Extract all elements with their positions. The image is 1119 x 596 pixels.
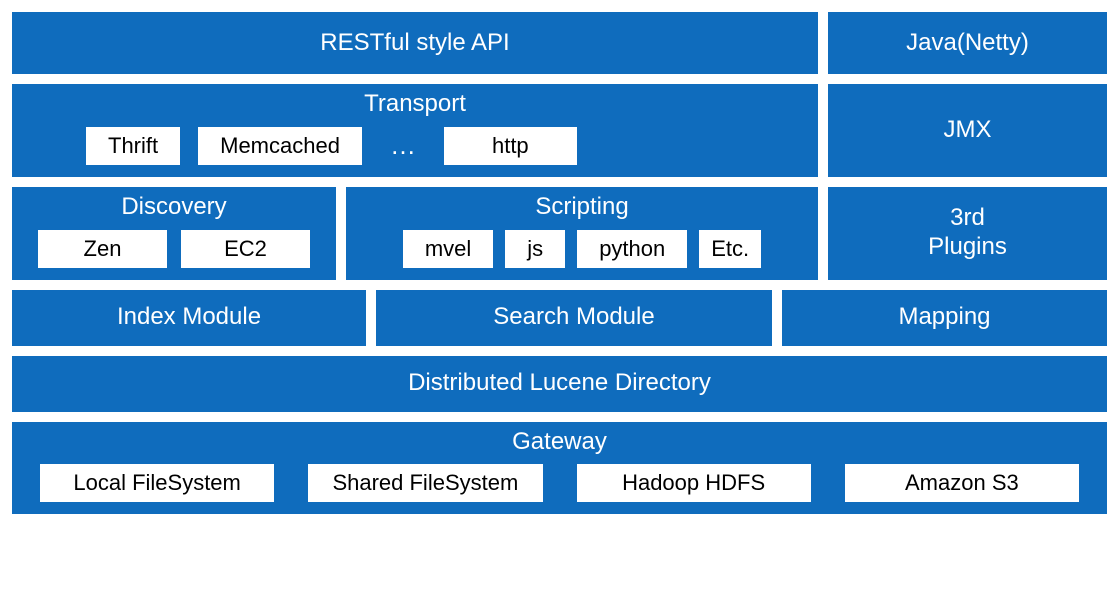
scripting-python: python [577, 230, 687, 268]
lucene-block: Distributed Lucene Directory [12, 356, 1107, 412]
row-4: Index Module Search Module Mapping [12, 290, 1107, 346]
row-1: RESTful style API Java(Netty) [12, 12, 1107, 74]
gateway-items: Local FileSystem Shared FileSystem Hadoo… [20, 464, 1099, 502]
transport-items: Thrift Memcached … http [20, 127, 810, 165]
discovery-zen: Zen [38, 230, 167, 268]
restful-api-label: RESTful style API [320, 29, 509, 58]
java-netty-block: Java(Netty) [828, 12, 1107, 74]
gateway-block: Gateway Local FileSystem Shared FileSyst… [12, 422, 1107, 515]
row-2: Transport Thrift Memcached … http JMX [12, 84, 1107, 177]
plugins-label: 3rd Plugins [928, 204, 1007, 262]
row-3: Discovery Zen EC2 Scripting mvel js pyth… [12, 187, 1107, 280]
scripting-mvel: mvel [403, 230, 493, 268]
transport-more: … [380, 130, 426, 161]
scripting-title: Scripting [535, 193, 628, 222]
index-module-label: Index Module [117, 303, 261, 332]
scripting-js: js [505, 230, 565, 268]
row-6: Gateway Local FileSystem Shared FileSyst… [12, 422, 1107, 515]
transport-title: Transport [364, 90, 466, 119]
gateway-title: Gateway [512, 428, 607, 457]
gateway-local-fs: Local FileSystem [40, 464, 274, 502]
scripting-block: Scripting mvel js python Etc. [346, 187, 818, 280]
jmx-block: JMX [828, 84, 1107, 177]
transport-block: Transport Thrift Memcached … http [12, 84, 818, 177]
discovery-title: Discovery [121, 193, 226, 222]
discovery-ec2: EC2 [181, 230, 310, 268]
mapping-block: Mapping [782, 290, 1107, 346]
transport-memcached: Memcached [198, 127, 362, 165]
index-module-block: Index Module [12, 290, 366, 346]
architecture-diagram: RESTful style API Java(Netty) Transport … [12, 12, 1107, 514]
search-module-label: Search Module [493, 303, 654, 332]
restful-api-block: RESTful style API [12, 12, 818, 74]
search-module-block: Search Module [376, 290, 772, 346]
row-5: Distributed Lucene Directory [12, 356, 1107, 412]
scripting-etc: Etc. [699, 230, 761, 268]
gateway-shared-fs: Shared FileSystem [308, 464, 542, 502]
gateway-hadoop: Hadoop HDFS [577, 464, 811, 502]
jmx-label: JMX [944, 116, 992, 145]
discovery-items: Zen EC2 [20, 230, 328, 268]
scripting-items: mvel js python Etc. [354, 230, 810, 268]
plugins-block: 3rd Plugins [828, 187, 1107, 280]
gateway-s3: Amazon S3 [845, 464, 1079, 502]
mapping-label: Mapping [898, 303, 990, 332]
transport-thrift: Thrift [86, 127, 180, 165]
discovery-block: Discovery Zen EC2 [12, 187, 336, 280]
lucene-label: Distributed Lucene Directory [408, 369, 711, 398]
java-netty-label: Java(Netty) [906, 29, 1029, 58]
transport-http: http [444, 127, 577, 165]
